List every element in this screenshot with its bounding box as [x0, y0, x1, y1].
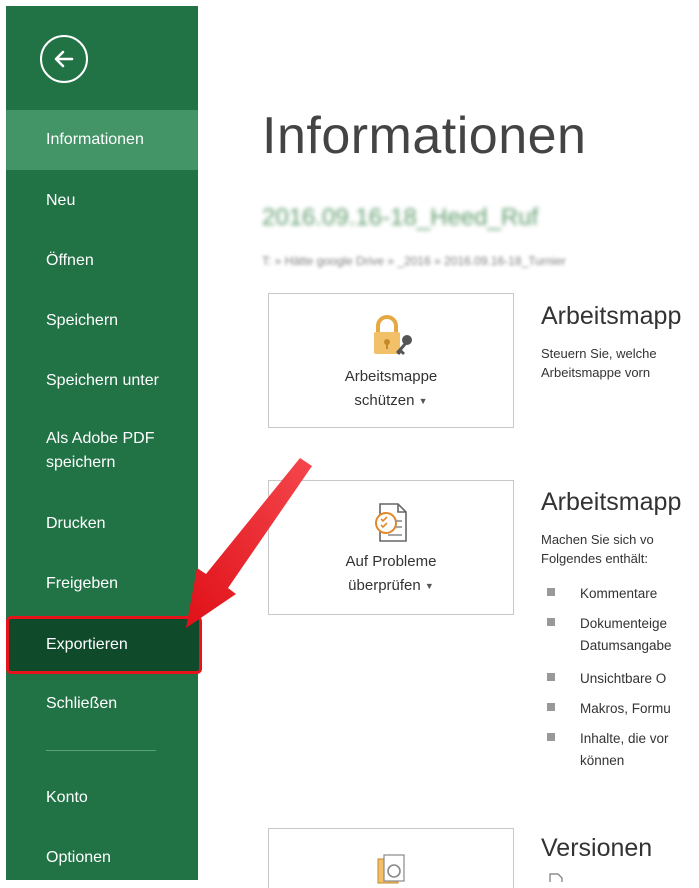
bullet-text: Makros, Formu: [580, 701, 671, 716]
inspect-document-icon: [375, 503, 407, 542]
sidebar-item-adobe-pdf[interactable]: Als Adobe PDF speichern: [6, 424, 198, 478]
sidebar-item-oeffnen[interactable]: Öffnen: [6, 245, 198, 277]
back-arrow-icon: [54, 50, 74, 68]
bullet-text: Inhalte, die vor: [580, 731, 669, 746]
bullet-text: Unsichtbare O: [580, 671, 667, 686]
sidebar-item-label: Neu: [46, 192, 76, 209]
bullet-icon: [547, 673, 555, 681]
versions-doc-icon: [549, 873, 563, 882]
bullet-text-cont: können: [580, 753, 625, 768]
sidebar-item-label: Informationen: [46, 131, 144, 148]
sidebar-item-schliessen[interactable]: Schließen: [6, 688, 198, 720]
back-button[interactable]: [40, 35, 88, 83]
bullet-text: Kommentare: [580, 586, 658, 601]
protect-tile-line1: Arbeitsmappe: [344, 368, 438, 385]
sidebar-item-freigeben[interactable]: Freigeben: [6, 568, 198, 600]
sidebar-item-speichern-unter[interactable]: Speichern unter: [6, 365, 198, 397]
bullet-icon: [547, 588, 555, 596]
chevron-down-icon: ▼: [418, 396, 428, 407]
inspect-tile-line2: überprüfen: [348, 577, 421, 594]
sidebar-item-label: Optionen: [46, 849, 111, 866]
protect-desc-line1: Steuern Sie, welche: [541, 346, 657, 361]
bullet-text-cont: Datumsangabe: [580, 638, 672, 653]
protect-section-title: Arbeitsmapp: [541, 302, 682, 330]
bullet-text: Dokumenteige: [580, 616, 668, 631]
inspect-section-title: Arbeitsmapp: [541, 488, 682, 516]
protect-desc-line2: Arbeitsmappe vorn: [541, 365, 651, 380]
sidebar-item-label: Konto: [46, 789, 88, 806]
backstage-sidebar: Informationen Neu Öffnen Speichern Speic…: [6, 6, 202, 880]
sidebar-item-speichern[interactable]: Speichern: [6, 305, 198, 337]
sidebar-item-informationen[interactable]: Informationen: [6, 110, 198, 170]
sidebar-item-label: Drucken: [46, 515, 106, 532]
inspect-desc-line1: Machen Sie sich vo: [541, 532, 654, 547]
sidebar-item-konto[interactable]: Konto: [6, 782, 198, 814]
inspect-tile-line2-wrap: überprüfen ▼: [269, 575, 513, 597]
protect-tile-line2-wrap: schützen ▼: [269, 390, 513, 412]
sidebar-item-label: Exportieren: [46, 636, 128, 653]
sidebar-item-exportieren[interactable]: Exportieren: [6, 616, 202, 674]
file-path: T: » Hätte google Drive » _2016 » 2016.0…: [262, 254, 566, 268]
sidebar-item-label: Schließen: [46, 695, 118, 712]
sidebar-divider: [46, 750, 156, 751]
sidebar-item-label: Als Adobe PDF speichern: [46, 430, 155, 471]
inspect-tile-line1: Auf Probleme: [345, 553, 437, 570]
chevron-down-icon: ▼: [424, 581, 434, 592]
inspect-desc-line2: Folgendes enthält:: [541, 551, 648, 566]
page-title: Informationen: [262, 107, 587, 165]
sidebar-item-label: Speichern unter: [46, 372, 159, 389]
bullet-icon: [547, 618, 555, 626]
file-name: 2016.09.16-18_Heed_Ruf: [262, 204, 539, 231]
sidebar-item-label: Freigeben: [46, 575, 119, 592]
protect-workbook-button[interactable]: Arbeitsmappe schützen ▼: [268, 293, 514, 428]
sidebar-item-optionen[interactable]: Optionen: [6, 842, 198, 874]
sidebar-item-label: Speichern: [46, 312, 119, 329]
manage-versions-button[interactable]: [268, 828, 514, 888]
versions-section-title: Versionen: [541, 834, 653, 862]
bullet-icon: [547, 703, 555, 711]
sidebar-item-neu[interactable]: Neu: [6, 185, 198, 217]
protect-tile-line2: schützen: [354, 392, 415, 409]
check-issues-button[interactable]: Auf Probleme überprüfen ▼: [268, 480, 514, 615]
bullet-icon: [547, 733, 555, 741]
sidebar-item-label: Öffnen: [46, 252, 94, 269]
sidebar-item-drucken[interactable]: Drucken: [6, 508, 198, 540]
lock-key-icon: [374, 315, 412, 355]
